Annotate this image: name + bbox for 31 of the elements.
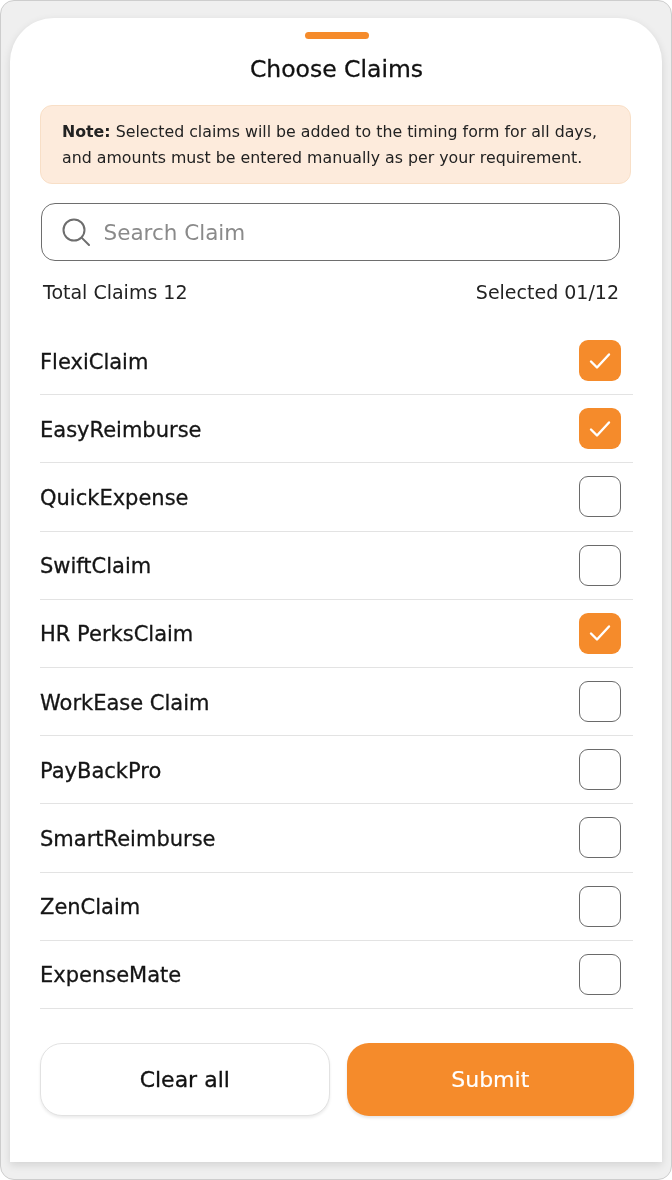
claim-name: WorkEase Claim xyxy=(40,689,210,716)
checkbox[interactable] xyxy=(579,953,621,995)
claim-name: SwiftClaim xyxy=(40,553,152,580)
selected-count: Selected 01/12 xyxy=(475,280,619,304)
checkbox[interactable] xyxy=(579,340,621,382)
checkbox[interactable] xyxy=(579,408,621,450)
claim-name: FlexiClaim xyxy=(40,348,149,375)
checkbox[interactable] xyxy=(579,544,621,586)
drag-handle[interactable] xyxy=(304,32,369,39)
claim-name: HR PerksClaim xyxy=(40,621,194,648)
claim-name: EasyReimburse xyxy=(40,416,202,443)
claim-name: SmartReimburse xyxy=(40,825,216,852)
checkbox[interactable] xyxy=(579,749,621,791)
search-field[interactable]: Search Claim xyxy=(41,203,620,261)
checkbox[interactable] xyxy=(579,817,621,859)
claim-name: PayBackPro xyxy=(40,757,162,784)
checkbox[interactable] xyxy=(579,612,621,654)
checkbox[interactable] xyxy=(579,476,621,518)
claim-name: QuickExpense xyxy=(40,484,189,511)
total-claims-count: Total Claims 12 xyxy=(43,280,188,304)
checkmark-icon xyxy=(589,419,611,438)
checkbox[interactable] xyxy=(579,885,621,927)
checkmark-icon xyxy=(589,351,611,370)
checkmark-icon xyxy=(589,624,611,643)
sheet-title: Choose Claims xyxy=(249,55,424,83)
checkbox[interactable] xyxy=(579,681,621,723)
search-icon xyxy=(62,218,90,246)
note-text: Note: Selected claims will be added to the timing form for all days, and amounts must be entered manually as per your requirement. xyxy=(62,121,598,169)
claim-name: ZenClaim xyxy=(40,894,141,921)
claim-name: ExpenseMate xyxy=(40,962,182,989)
clear-all-button[interactable]: Clear all xyxy=(40,1042,330,1116)
